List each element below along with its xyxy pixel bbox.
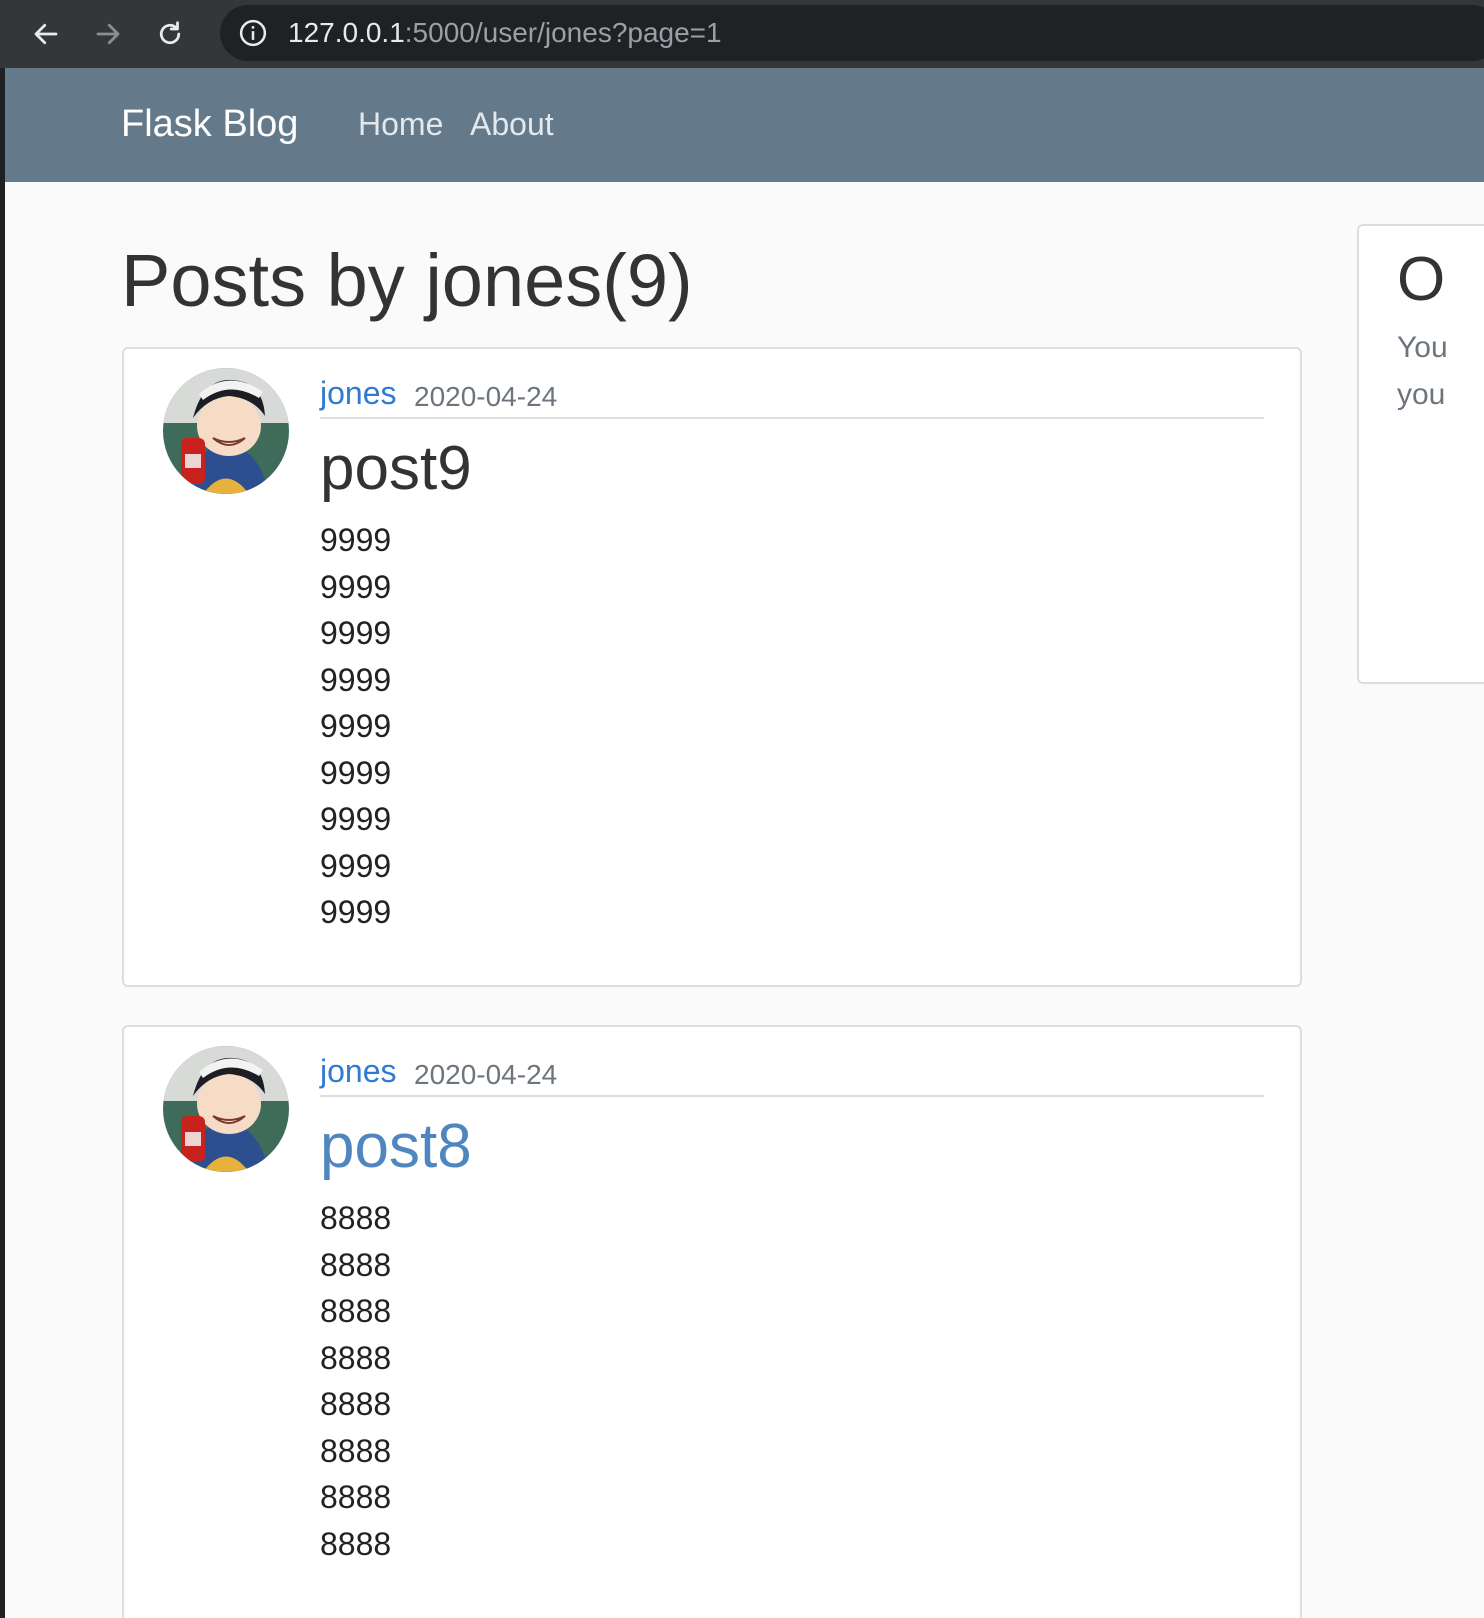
post-content-line: 9999	[320, 847, 392, 884]
post-title-link[interactable]: post8	[320, 1111, 472, 1183]
arrow-left-icon	[34, 23, 58, 45]
arrow-right-icon	[96, 23, 120, 45]
post-meta: jones 2020-04-24	[320, 1049, 1264, 1097]
post-meta: jones 2020-04-24	[320, 371, 1264, 419]
post-content-line: 8888	[320, 1479, 392, 1515]
avatar-image	[163, 368, 289, 494]
sidebar-text-line: You	[1397, 331, 1448, 364]
page-title: Posts by jones(9)	[121, 239, 693, 322]
reload-button[interactable]	[150, 14, 190, 54]
post-date: 2020-04-24	[414, 381, 558, 412]
url-path: :5000/user/jones?page=1	[404, 17, 722, 48]
post-content: 8888 8888 8888 8888 8888 8888 8888 8888	[320, 1195, 391, 1567]
avatar[interactable]	[163, 368, 289, 494]
post-card: jones 2020-04-24 post8 8888 8888 8888 88…	[122, 1025, 1302, 1618]
nav-link-about[interactable]: About	[470, 106, 554, 143]
back-button[interactable]	[26, 14, 66, 54]
address-bar[interactable]: 127.0.0.1:5000/user/jones?page=1	[220, 5, 1484, 61]
post-date: 2020-04-24	[414, 1059, 558, 1090]
forward-button[interactable]	[88, 14, 128, 54]
avatar-image	[163, 1046, 289, 1172]
post-content-line: 9999	[320, 801, 392, 837]
post-content-line: 8888	[320, 1432, 392, 1469]
avatar[interactable]	[163, 1046, 289, 1172]
post-author-link[interactable]: jones	[320, 375, 397, 412]
post-content: 9999 9999 9999 9999 9999 9999 9999 9999 …	[320, 517, 391, 936]
post-content-line: 8888	[320, 1293, 392, 1329]
post-content-line: 8888	[320, 1525, 392, 1562]
sidebar-text: You you	[1397, 324, 1484, 418]
post-author-link[interactable]: jones	[320, 1053, 397, 1090]
sidebar-text-line: you	[1397, 378, 1446, 411]
post-title[interactable]: post9	[320, 433, 472, 505]
page-viewport: Flask Blog Home About Posts by jones(9) …	[5, 68, 1484, 1618]
post-content-line: 8888	[320, 1246, 392, 1283]
post-content-line: 9999	[320, 522, 392, 558]
post-content-line: 9999	[320, 615, 392, 651]
brand-link[interactable]: Flask Blog	[121, 103, 298, 146]
nav-link-home[interactable]: Home	[358, 106, 443, 143]
url-text[interactable]: 127.0.0.1:5000/user/jones?page=1	[288, 17, 722, 49]
url-host: 127.0.0.1	[288, 17, 405, 48]
post-content-line: 8888	[320, 1339, 392, 1376]
browser-toolbar: 127.0.0.1:5000/user/jones?page=1	[0, 0, 1484, 68]
sidebar-card: O You you	[1357, 224, 1484, 684]
info-icon[interactable]	[238, 18, 268, 48]
post-content-line: 8888	[320, 1386, 392, 1422]
post-content-line: 9999	[320, 661, 392, 698]
post-content-line: 9999	[320, 568, 392, 605]
post-content-line: 9999	[320, 894, 392, 930]
post-card: jones 2020-04-24 post9 9999 9999 9999 99…	[122, 347, 1302, 987]
post-content-line: 9999	[320, 708, 392, 744]
post-content-line: 9999	[320, 754, 392, 791]
reload-icon	[159, 21, 181, 45]
site-navbar: Flask Blog Home About	[5, 68, 1484, 182]
sidebar-title: O	[1397, 245, 1446, 314]
post-content-line: 8888	[320, 1200, 392, 1236]
